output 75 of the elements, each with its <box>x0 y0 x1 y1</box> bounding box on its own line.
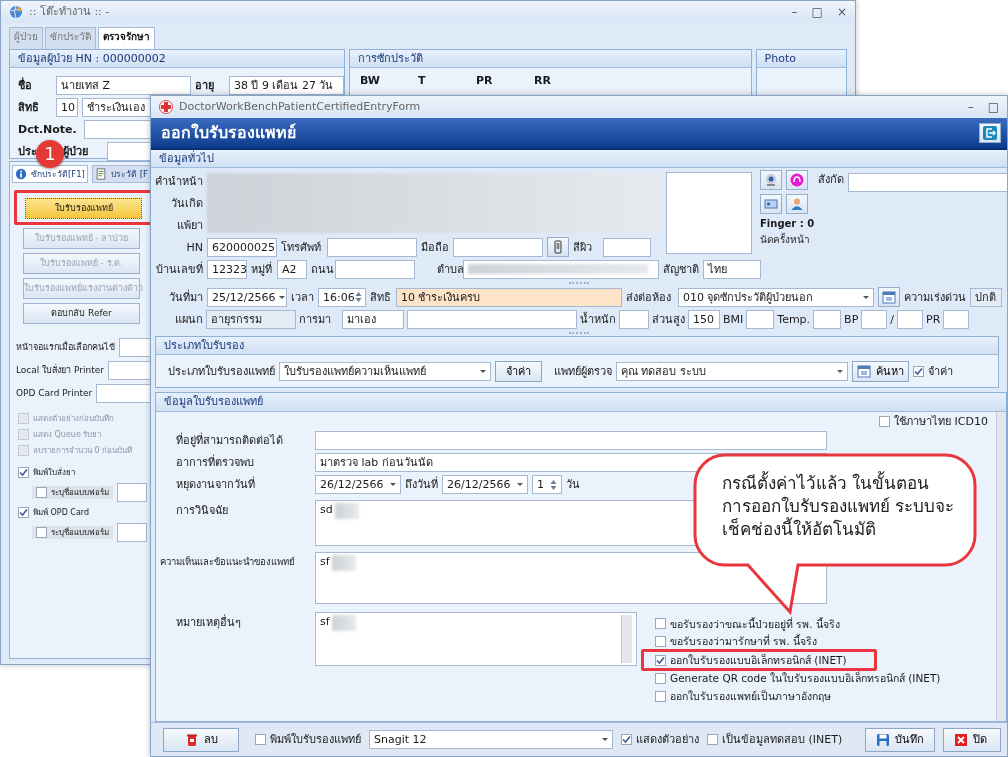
vital-label: PR <box>476 74 494 88</box>
field-label: ความเห็นและข้อแนะนำของแพทย์ <box>160 554 296 567</box>
checkbox-label: ใช้ภาษาไทย ICD10 <box>894 414 988 429</box>
section-header: ข้อมูลใบรับรองแพทย์ <box>156 393 1006 412</box>
field-label: ผู้ป่วย <box>63 144 89 158</box>
field-label: สังกัด <box>818 173 845 187</box>
vital-label: BW <box>360 74 381 88</box>
field-label: แพทย์ผู้ตรวจ <box>554 364 612 378</box>
field-label: ประ <box>18 144 37 158</box>
field-label: ความเร่งด่วน <box>904 290 966 304</box>
vital-label: T <box>418 74 427 88</box>
field-label: อายุ <box>195 78 215 92</box>
field-label: สิทธิ <box>370 290 392 304</box>
panel-header: Photo <box>756 50 846 69</box>
checkbox-label: จำค่า <box>928 364 953 378</box>
checkbox-label: ลบรายการจำนวน 0 ก่อนบันทึ <box>33 445 133 456</box>
field-label: สัญชาติ <box>663 262 699 276</box>
field-label: แพ้ยา <box>176 218 203 232</box>
field-label: โทรศัพท์ <box>281 240 322 254</box>
dialog-heading: ออกใบรับรองแพทย์ <box>161 123 296 143</box>
field-label: ส่วนสูง <box>652 312 685 326</box>
field-label: วันเกิด <box>170 196 203 210</box>
field-label: อาการที่ตรวจพบ <box>176 455 255 470</box>
field-label: Local ใบสั่งยา Printer <box>16 365 104 376</box>
finger-count: Finger : 0 <box>760 218 815 231</box>
field-label: หมายเหตุอื่นๆ <box>176 613 242 629</box>
separator-label: / <box>890 312 894 326</box>
checkbox-label: พิมพ์ใบสั่งยา <box>33 467 75 478</box>
field-label: การวินิจฉัย <box>176 502 229 517</box>
field-label: การมา <box>299 312 332 326</box>
field-label: Temp. <box>777 312 811 326</box>
field-label: Dct.Note. <box>18 122 78 136</box>
field-label: หน้าจอแรกเมื่อเลือกคนไข้ <box>16 342 115 353</box>
field-label: ส่งต่อห้อง <box>626 290 672 304</box>
field-label: PR <box>926 312 941 326</box>
field-label: ชื่อ <box>18 78 33 92</box>
panel-header: ข้อมูลผู้ป่วย HN : 000000002 <box>10 50 344 69</box>
field-label: OPD Card Printer <box>16 388 93 399</box>
field-label: มือถือ <box>421 240 449 254</box>
checkbox-label: ขอรับรองว่าขณะนี้ป่วยอยู่ที่ รพ. นี้จริง <box>670 617 840 631</box>
vital-label: RR <box>534 74 552 88</box>
panel-header: การซักประวัติ <box>350 50 751 69</box>
field-label: หมู่ที่ <box>251 262 273 276</box>
field-label: BMI <box>723 312 744 326</box>
checkbox-label: ระบุชื่อแบบฟอร์ม <box>51 487 109 498</box>
field-label: วัน <box>566 477 580 492</box>
field-label: สีผิว <box>573 240 593 254</box>
checkbox-label: ระบุชื่อแบบฟอร์ม <box>51 527 109 538</box>
next-appointment-label: นัดครั้งหน้า <box>760 234 811 247</box>
field-label: HN <box>185 240 203 254</box>
section-header: ประเภทใบรับรอง <box>156 337 998 356</box>
field-label: สิทธิ <box>18 100 40 114</box>
checkbox-label: พิมพ์ใบรับรองแพทย์ <box>270 732 361 747</box>
checkbox-label: ออกใบรับรองแพทย์เป็นภาษาอังกฤษ <box>670 689 831 703</box>
checkbox-label: ขอรับรองว่ามารักษาที่ รพ. นี้จริง <box>670 635 817 648</box>
field-label: บ้านเลขที่ <box>155 262 203 276</box>
checkbox-label: แสดง Queue รับยา <box>33 429 102 440</box>
field-label: คำนำหน้า <box>155 174 203 188</box>
checkbox-label: พิมพ์ OPD Card <box>33 507 90 518</box>
checkbox-label: ออกใบรับรองแบบอิเล็กทรอนิกส์ (INET) <box>670 653 847 667</box>
window-title: :: โต๊ะทำงาน :: - <box>29 5 110 19</box>
field-label: BP <box>844 312 859 326</box>
field-label: หยุดงานจากวันที่ <box>176 477 256 492</box>
field-label: เวลา <box>291 290 314 304</box>
field-label: ที่อยู่ที่สามารถติดต่อได้ <box>176 433 284 448</box>
field-label: แผนก <box>174 312 203 326</box>
field-label: ประเภทใบรับรองแพทย์ <box>168 364 275 378</box>
field-label: ถึงวันที่ <box>405 477 438 492</box>
field-label: น้ำหนัก <box>580 312 616 326</box>
checkbox-label: แสดงตัวอย่างก่อนบันทึก <box>33 413 114 424</box>
field-label: วันที่มา <box>168 290 203 304</box>
checkbox-label: เป็นข้อมูลทดสอบ (INET) <box>722 732 843 747</box>
checkbox-label: Generate QR code ในใบรับรองแบบอิเล็กทรอนิกส์ (INET) <box>670 672 941 685</box>
section-header: ข้อมูลทั่วไป <box>151 150 1007 169</box>
checkbox-label: แสดงตัวอย่าง <box>636 732 699 747</box>
